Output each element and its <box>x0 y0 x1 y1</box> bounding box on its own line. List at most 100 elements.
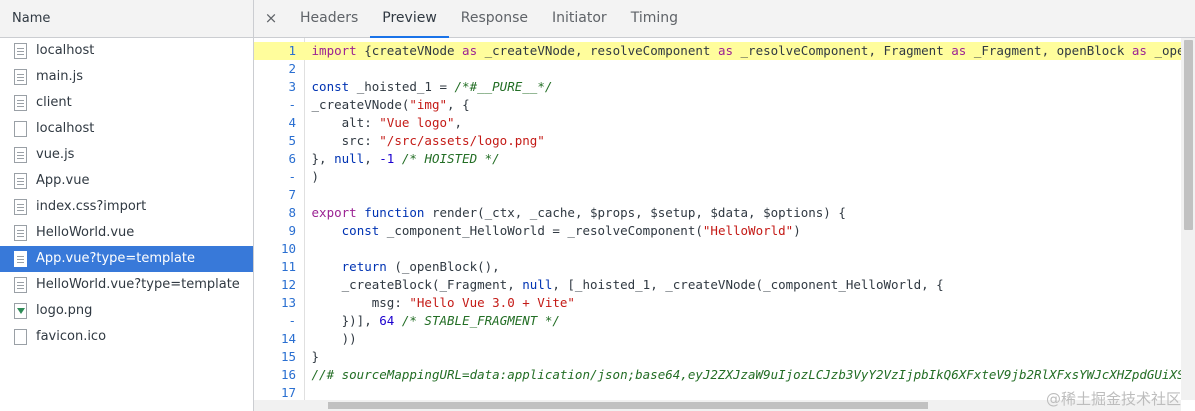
request-row[interactable]: App.vue <box>0 168 253 194</box>
request-row[interactable]: favicon.ico <box>0 324 253 350</box>
code-text: return (_openBlock(), <box>304 258 500 276</box>
request-name: main.js <box>36 69 83 84</box>
tab-initiator[interactable]: Initiator <box>540 0 619 37</box>
code-token: "Hello Vue 3.0 + Vite" <box>409 295 575 310</box>
request-row[interactable]: HelloWorld.vue?type=template <box>0 272 253 298</box>
document-file-icon <box>14 173 27 189</box>
line-number: 16 <box>280 367 296 382</box>
horizontal-scroll-thumb[interactable] <box>328 402 928 409</box>
request-row[interactable]: App.vue?type=template <box>0 246 253 272</box>
code-token: })], <box>311 313 380 328</box>
code-line: 5 src: "/src/assets/logo.png" <box>254 132 1181 150</box>
document-file-icon <box>14 199 27 215</box>
code-token: "HelloWorld" <box>702 223 794 238</box>
code-token: const <box>341 223 380 238</box>
document-file-icon <box>14 95 27 111</box>
line-number: - <box>288 97 296 112</box>
code-token: as <box>462 43 478 58</box>
code-line: - _createVNode("img", { <box>254 96 1181 114</box>
code-line: 14 )) <box>254 330 1181 348</box>
horizontal-scrollbar[interactable] <box>254 400 1181 411</box>
request-row[interactable]: vue.js <box>0 142 253 168</box>
code-token: import <box>311 43 357 58</box>
name-column-label: Name <box>12 11 51 26</box>
code-text: import {createVNode as _createVNode, res… <box>304 42 1181 60</box>
code-text: }, null, -1 /* HOISTED */ <box>304 150 500 168</box>
code-text: } <box>304 348 320 366</box>
request-row[interactable]: client <box>0 90 253 116</box>
request-row[interactable]: logo.png <box>0 298 253 324</box>
code-token: )) <box>311 331 357 346</box>
code-token: /* STABLE_FRAGMENT */ <box>401 313 560 328</box>
code-token: , <box>364 151 380 166</box>
tab-response[interactable]: Response <box>449 0 540 37</box>
code-text: msg: "Hello Vue 3.0 + Vite" <box>304 294 575 312</box>
code-line: 1 import {createVNode as _createVNode, r… <box>254 42 1181 60</box>
vertical-scrollbar[interactable] <box>1181 38 1195 400</box>
code-token: /*#__PURE__*/ <box>454 79 553 94</box>
code-token: const <box>311 79 350 94</box>
code-preview[interactable]: 1 import {createVNode as _createVNode, r… <box>254 38 1181 400</box>
request-row[interactable]: main.js <box>0 64 253 90</box>
code-token: null <box>334 151 365 166</box>
request-row[interactable]: localhost <box>0 38 253 64</box>
line-number: 5 <box>288 133 296 148</box>
code-token: }, <box>311 151 335 166</box>
code-token: } <box>311 349 320 364</box>
request-name: client <box>36 95 72 110</box>
code-line: 10 <box>254 240 1181 258</box>
document-file-icon <box>14 277 27 293</box>
code-text: const _hoisted_1 = /*#__PURE__*/ <box>304 78 553 96</box>
code-token: _createVNode( <box>311 97 410 112</box>
watermark: @稀土掘金技术社区 <box>1045 390 1181 408</box>
code-line: 8 export function render(_ctx, _cache, $… <box>254 204 1181 222</box>
request-name: index.css?import <box>36 199 147 214</box>
code-line: 4 alt: "Vue logo", <box>254 114 1181 132</box>
code-token: as <box>951 43 967 58</box>
code-line: 11 return (_openBlock(), <box>254 258 1181 276</box>
request-name: localhost <box>36 43 95 58</box>
code-token: as <box>1131 43 1147 58</box>
code-line: - })], 64 /* STABLE_FRAGMENT */ <box>254 312 1181 330</box>
code-token: as <box>717 43 733 58</box>
request-name: favicon.ico <box>36 329 107 344</box>
request-row[interactable]: index.css?import <box>0 194 253 220</box>
line-number: 1 <box>288 43 296 58</box>
code-text: _createVNode("img", { <box>304 96 470 114</box>
code-text: )) <box>304 330 357 348</box>
tab-preview[interactable]: Preview <box>370 0 449 38</box>
code-token: _component_HelloWorld = _resolveComponen… <box>379 223 703 238</box>
tab-timing[interactable]: Timing <box>619 0 690 37</box>
request-row[interactable]: HelloWorld.vue <box>0 220 253 246</box>
request-name: logo.png <box>36 303 93 318</box>
code-token: -1 <box>379 151 395 166</box>
tab-headers[interactable]: Headers <box>288 0 370 37</box>
close-icon[interactable]: × <box>254 0 288 37</box>
document-file-icon <box>14 69 27 85</box>
code-text: src: "/src/assets/logo.png" <box>304 132 545 150</box>
code-token: ) <box>793 223 801 238</box>
line-number: 2 <box>288 61 296 76</box>
code-token: "/src/assets/logo.png" <box>379 133 545 148</box>
request-name: App.vue?type=template <box>36 251 195 266</box>
code-token: "img" <box>409 97 448 112</box>
request-name: HelloWorld.vue?type=template <box>36 277 240 292</box>
request-row[interactable]: localhost <box>0 116 253 142</box>
vertical-scroll-thumb[interactable] <box>1184 40 1193 230</box>
line-number: 17 <box>280 385 296 400</box>
name-column-header[interactable]: Name <box>0 0 253 38</box>
document-file-icon <box>14 329 27 345</box>
code-token: , { <box>447 97 470 112</box>
line-number: - <box>288 169 296 184</box>
code-line: 12 _createBlock(_Fragment, null, [_hoist… <box>254 276 1181 294</box>
code-line: 15 } <box>254 348 1181 366</box>
code-token: //# sourceMappingURL=data:application/js… <box>311 367 1181 382</box>
line-number: - <box>288 313 296 328</box>
line-number: 14 <box>280 331 296 346</box>
line-number: 6 <box>288 151 296 166</box>
